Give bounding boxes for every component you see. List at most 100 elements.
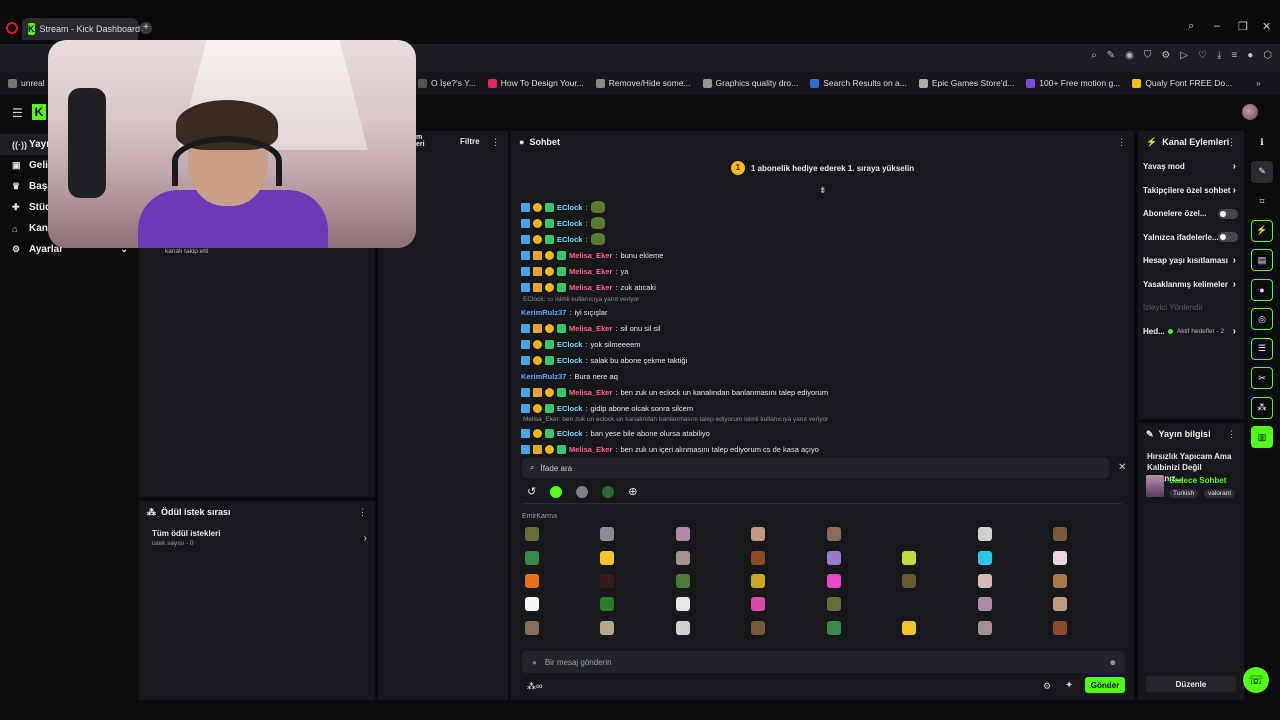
chat-username[interactable]: EClock [557, 203, 582, 212]
bookmark-item[interactable]: Qualy Font FREE Do... [1132, 78, 1232, 88]
chat-username[interactable]: Melisa_Eker [569, 251, 612, 260]
emote-search-input[interactable]: ⌕ İfade ara [522, 458, 1109, 478]
camera-icon[interactable]: ◉ [1125, 50, 1134, 61]
chat-message[interactable]: Melisa_Eker: bunu ekleme [521, 247, 1121, 263]
emote-button[interactable] [751, 551, 765, 565]
edit-icon[interactable]: ✎ [1107, 50, 1115, 61]
opera-logo-icon[interactable] [6, 22, 18, 34]
emote-button[interactable] [600, 621, 614, 635]
emote-button[interactable] [1053, 551, 1067, 565]
kick-logo-icon[interactable]: K [32, 104, 46, 120]
bookmark-item[interactable]: Search Results on a... [810, 78, 907, 88]
chat-username[interactable]: EClock [557, 340, 582, 349]
channel-action-item[interactable]: Yasaklanmış kelimeler › [1138, 273, 1244, 297]
emote-button[interactable] [978, 527, 992, 541]
emote-button[interactable] [978, 574, 992, 588]
emote-button[interactable] [827, 574, 841, 588]
emote-button[interactable] [827, 527, 841, 541]
new-tab-button[interactable]: + [140, 22, 152, 34]
emote-button[interactable] [827, 621, 841, 635]
chat-message[interactable]: EClock: [521, 215, 1121, 231]
chat-message[interactable]: Melisa_Eker: ben zuk un eclock un kanalın… [521, 384, 1121, 400]
chat-username[interactable]: Melisa_Eker [569, 283, 612, 292]
channel-action-item[interactable]: Yavaş mod › [1138, 155, 1244, 179]
chat-username[interactable]: EClock [557, 219, 582, 228]
emote-button[interactable] [525, 621, 539, 635]
emote-button[interactable] [978, 621, 992, 635]
channel-action-item[interactable]: Hesap yaşı kısıtlaması › [1138, 249, 1244, 273]
channel-action-item[interactable]: Abonelere özel... [1138, 202, 1244, 226]
chat-username[interactable]: Melisa_Eker [569, 267, 612, 276]
globe-icon[interactable]: ⊕ [628, 485, 637, 498]
pencil-icon[interactable]: ✎ [1251, 160, 1273, 183]
emote-button[interactable] [902, 551, 916, 565]
chat-message[interactable]: EClock: [521, 231, 1121, 247]
close-window-icon[interactable]: ✕ [1262, 20, 1271, 33]
chat-username[interactable]: Melisa_Eker [569, 445, 612, 454]
bookmark-item[interactable]: Remove/Hide some... [595, 78, 691, 88]
play-icon[interactable]: ▷ [1180, 50, 1188, 61]
kick-emotes-tab[interactable] [550, 485, 563, 498]
channel-emotes-tab[interactable] [576, 485, 589, 498]
close-icon[interactable]: ✕ [1118, 462, 1126, 473]
kebab-menu-icon[interactable]: ⋮ [1227, 137, 1236, 148]
more-bookmarks-icon[interactable]: » [1256, 78, 1261, 88]
shield-icon[interactable]: ⛉ [1144, 50, 1152, 61]
chat-message[interactable]: EClock: [521, 199, 1121, 215]
chat-username[interactable]: EClock [557, 429, 582, 438]
edit-button[interactable]: Düzenle [1146, 676, 1236, 692]
all-reward-requests[interactable]: Tüm ödül istekleri istek sayısı - 0 › [152, 529, 367, 551]
browser-tab[interactable]: K Stream - Kick Dashboard ✕ [22, 18, 153, 40]
document-icon[interactable]: ▤ [1251, 249, 1273, 271]
emote-button[interactable] [676, 597, 690, 611]
page-icon[interactable]: ▥ [1251, 426, 1273, 448]
chat-message[interactable]: Melisa_Eker: ya [521, 263, 1121, 279]
emote-button[interactable] [1053, 621, 1067, 635]
chat-message[interactable]: Melisa_Eker: zuk atıcaki [521, 279, 1121, 295]
emote-button[interactable] [525, 597, 539, 611]
menu-icon[interactable]: ≡ [1231, 50, 1237, 61]
gear-icon[interactable]: ⚙ [1043, 681, 1051, 692]
chat-message[interactable]: KerimRulz37: iyi sıçışlar [521, 304, 1121, 320]
kebab-menu-icon[interactable]: ⋮ [1117, 137, 1126, 148]
emote-button[interactable] [676, 527, 690, 541]
category-name[interactable]: Sadece Sohbet [1169, 476, 1226, 485]
emote-button[interactable] [600, 597, 614, 611]
emote-button[interactable] [525, 527, 539, 541]
reward-icon[interactable]: ⁂ [1251, 396, 1273, 419]
recent-icon[interactable]: ↺ [527, 485, 536, 498]
chat-username[interactable]: Melisa_Eker [569, 324, 612, 333]
list-icon[interactable]: ☰ [1251, 337, 1273, 360]
emote-button[interactable] [978, 597, 992, 611]
emote-button[interactable] [751, 621, 765, 635]
chat-username[interactable]: EClock [557, 356, 582, 365]
chat-message[interactable]: Melisa_Eker: sil onu sil sil [521, 320, 1121, 336]
emote-button[interactable] [978, 551, 992, 565]
emote-button[interactable] [676, 621, 690, 635]
emote-button[interactable] [751, 527, 765, 541]
emote-button[interactable] [902, 621, 916, 635]
tools-icon[interactable]: ✂ [1251, 367, 1273, 389]
bookmark-item[interactable]: How To Design Your... [487, 78, 584, 88]
help-chat-button[interactable]: ☏ [1243, 667, 1269, 693]
emote-button[interactable] [827, 551, 841, 565]
emote-button[interactable] [1053, 597, 1067, 611]
emote-button[interactable] [902, 574, 916, 588]
chat-message[interactable]: EClock: salak bu abone çekme taktiği [521, 352, 1121, 368]
chat-message[interactable]: EClock: yok silmeeeem [521, 336, 1121, 352]
emote-button[interactable] [676, 551, 690, 565]
chat-message[interactable]: KerimRulz37: Bura nere aq [521, 368, 1121, 384]
search-icon[interactable]: ⌕ [1188, 20, 1194, 33]
channel-action-item[interactable]: Takipçilere özel sohbet › [1138, 179, 1244, 203]
send-button[interactable]: Gönder [1085, 677, 1125, 693]
chat-username[interactable]: KerimRulz37 [521, 308, 566, 317]
info-icon[interactable]: ℹ [1251, 131, 1273, 153]
maximize-icon[interactable]: ❐ [1238, 20, 1248, 33]
profile-icon[interactable]: ● [1247, 50, 1253, 61]
frog-emotes-tab[interactable] [602, 485, 615, 498]
emote-button[interactable] [525, 574, 539, 588]
kebab-menu-icon[interactable]: ⋮ [358, 507, 367, 518]
emote-button[interactable] [827, 597, 841, 611]
emote-button[interactable] [751, 597, 765, 611]
heart-icon[interactable]: ♡ [1198, 50, 1207, 61]
